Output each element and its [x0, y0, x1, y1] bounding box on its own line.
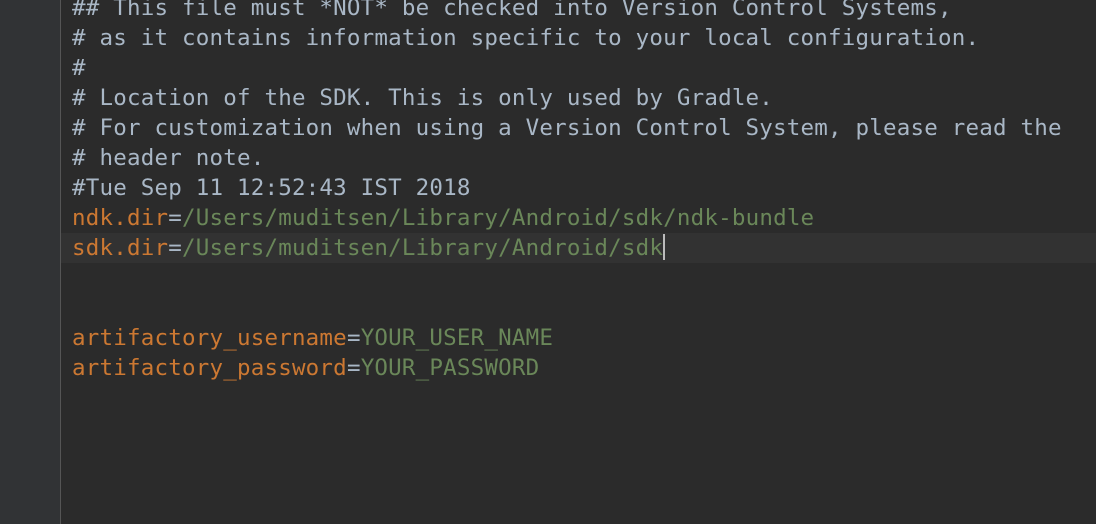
- code-line-property[interactable]: artifactory_username=YOUR_USER_NAME: [72, 323, 1062, 353]
- comment-text: #Tue Sep 11 12:52:43 IST 2018: [72, 175, 471, 201]
- code-line-blank[interactable]: [72, 263, 1062, 293]
- property-separator: =: [168, 235, 182, 261]
- code-line-property[interactable]: artifactory_password=YOUR_PASSWORD: [72, 353, 1062, 383]
- property-separator: =: [346, 355, 361, 381]
- code-area[interactable]: ## This file must *NOT* be checked into …: [61, 0, 1096, 524]
- code-line-comment[interactable]: # For customization when using a Version…: [72, 113, 1062, 143]
- comment-text: # header note.: [72, 145, 265, 171]
- property-value: /Users/muditsen/Library/Android/sdk/ndk-…: [181, 205, 815, 231]
- comment-text: # as it contains information specific to…: [72, 25, 980, 51]
- property-value: /Users/muditsen/Library/Android/sdk: [181, 235, 664, 261]
- comment-text: # For customization when using a Version…: [72, 115, 1062, 141]
- code-line-comment[interactable]: # Location of the SDK. This is only used…: [72, 83, 1062, 113]
- property-separator: =: [168, 205, 182, 231]
- property-separator: =: [346, 325, 361, 351]
- comment-text: # Location of the SDK. This is only used…: [72, 85, 774, 111]
- property-value: YOUR_PASSWORD: [360, 355, 540, 381]
- property-key: artifactory_password: [72, 355, 347, 381]
- property-value: YOUR_USER_NAME: [360, 325, 554, 351]
- text-cursor: [663, 234, 666, 260]
- code-editor[interactable]: ## This file must *NOT* be checked into …: [0, 0, 1096, 524]
- comment-text: ## This file must *NOT* be checked into …: [72, 0, 952, 21]
- code-line-comment[interactable]: # header note.: [72, 143, 1062, 173]
- property-key: sdk.dir: [72, 235, 169, 261]
- code-line-blank[interactable]: [72, 293, 1062, 323]
- code-line-property-current[interactable]: sdk.dir=/Users/muditsen/Library/Android/…: [72, 233, 1062, 263]
- editor-gutter[interactable]: [0, 0, 60, 524]
- property-key: ndk.dir: [72, 205, 169, 231]
- code-line-comment[interactable]: #: [72, 53, 1062, 83]
- code-line-comment[interactable]: ## This file must *NOT* be checked into …: [72, 0, 1062, 23]
- comment-text: #: [72, 55, 86, 81]
- code-line-comment[interactable]: # as it contains information specific to…: [72, 23, 1062, 53]
- code-lines: ## This file must *NOT* be checked into …: [72, 0, 1062, 383]
- code-line-comment[interactable]: #Tue Sep 11 12:52:43 IST 2018: [72, 173, 1062, 203]
- code-line-property[interactable]: ndk.dir=/Users/muditsen/Library/Android/…: [72, 203, 1062, 233]
- property-key: artifactory_username: [72, 325, 347, 351]
